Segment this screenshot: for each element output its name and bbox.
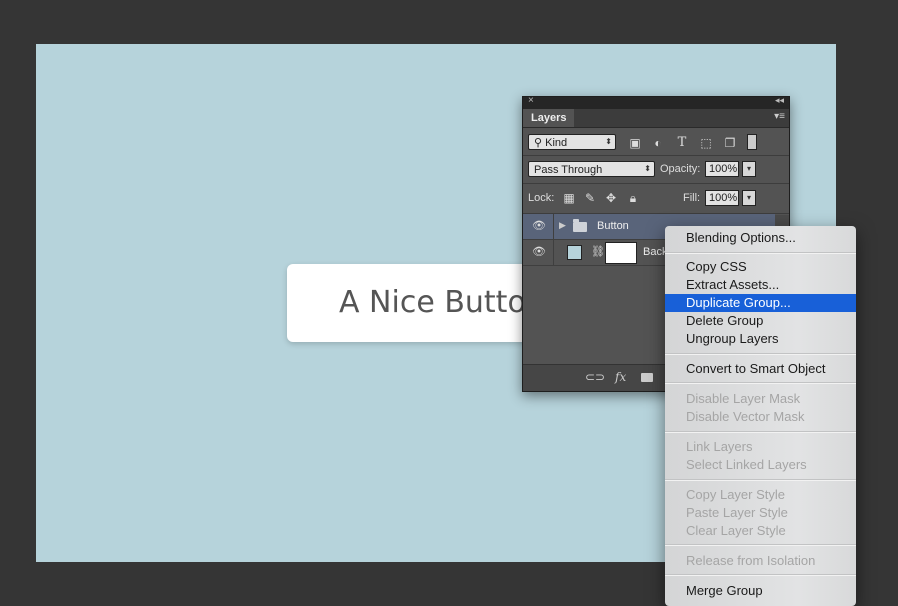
blend-mode-value: Pass Through <box>534 164 603 176</box>
lock-label: Lock: <box>528 192 555 204</box>
shape-filter-icon[interactable]: ⬚ <box>698 135 714 151</box>
smart-object-filter-icon[interactable]: ❐ <box>722 135 738 151</box>
select-arrows-icon: ⬍ <box>644 164 651 173</box>
image-filter-icon[interactable]: ▣ <box>627 135 643 151</box>
collapse-icon[interactable]: ◂◂ <box>775 97 784 106</box>
menu-item-select-linked-layers: Select Linked Layers <box>686 457 807 472</box>
layer-name: Button <box>597 220 629 232</box>
menu-separator <box>665 431 856 433</box>
opacity-input[interactable]: 100% <box>705 161 739 177</box>
lock-transparent-icon[interactable]: ▦ <box>561 190 577 206</box>
fx-icon[interactable]: fx <box>615 370 626 384</box>
menu-item-copy-css[interactable]: Copy CSS <box>665 258 856 276</box>
link-chain-icon[interactable]: ⛓ <box>591 245 605 258</box>
menu-item-release-from-isolation: Release from Isolation <box>686 553 816 568</box>
menu-item-convert-smart-object[interactable]: Convert to Smart Object <box>665 360 856 378</box>
blend-row: Pass Through ⬍ Opacity: 100% ▾ <box>523 156 789 184</box>
fill-input[interactable]: 100% <box>705 190 739 206</box>
filter-row: ⚲ Kind ⬍ ▣ ◐ T ⬚ ❐ <box>523 128 789 156</box>
select-arrows-icon: ⬍ <box>605 137 612 146</box>
mask-thumbnail <box>605 242 637 264</box>
close-icon[interactable]: × <box>528 97 534 106</box>
blend-mode-select[interactable]: Pass Through ⬍ <box>528 161 655 177</box>
menu-separator <box>665 382 856 384</box>
panel-tab-strip: Layers ▾≡ <box>523 109 789 128</box>
lock-image-icon[interactable]: ✎ <box>582 190 598 206</box>
menu-item-delete-group[interactable]: Delete Group <box>665 312 856 330</box>
eye-icon[interactable]: 👁︎ <box>532 221 546 232</box>
menu-separator <box>665 479 856 481</box>
type-filter-icon[interactable]: T <box>674 135 690 151</box>
adjustment-filter-icon[interactable]: ◐ <box>650 135 666 151</box>
menu-item-duplicate-group[interactable]: Duplicate Group... <box>665 294 856 312</box>
menu-separator <box>665 574 856 576</box>
menu-separator <box>665 353 856 355</box>
menu-item-blending-options[interactable]: Blending Options... <box>665 229 856 247</box>
panel-title-bar: × ◂◂ <box>523 97 789 109</box>
menu-item-extract-assets[interactable]: Extract Assets... <box>665 276 856 294</box>
context-menu: Blending Options... Copy CSS Extract Ass… <box>665 226 856 606</box>
fill-dropdown[interactable]: ▾ <box>742 190 756 206</box>
tab-layers[interactable]: Layers <box>523 109 575 127</box>
layer-thumbnail <box>567 245 582 260</box>
menu-item-merge-group[interactable]: Merge Group <box>665 582 856 600</box>
lock-position-icon[interactable]: ✥ <box>603 190 619 206</box>
menu-separator <box>665 252 856 254</box>
expand-triangle-icon[interactable]: ▶ <box>559 220 566 231</box>
eye-icon[interactable]: 👁︎ <box>532 247 546 258</box>
nice-button-text: A Nice Button <box>339 285 545 320</box>
add-mask-icon[interactable] <box>641 373 653 382</box>
filter-kind-select[interactable]: ⚲ Kind ⬍ <box>528 134 616 150</box>
menu-item-ungroup-layers[interactable]: Ungroup Layers <box>665 330 856 348</box>
opacity-label: Opacity: <box>660 163 701 175</box>
filter-kind-value: Kind <box>545 137 568 149</box>
menu-item-disable-layer-mask: Disable Layer Mask <box>686 391 801 406</box>
menu-item-link-layers: Link Layers <box>686 439 753 454</box>
menu-item-disable-vector-mask: Disable Vector Mask <box>686 409 805 424</box>
nice-button-shape: A Nice Button <box>287 264 545 342</box>
link-layers-icon[interactable]: ⊂⊃ <box>585 370 605 384</box>
filter-toggle-icon[interactable] <box>747 134 757 150</box>
lock-all-icon[interactable]: 🔒︎ <box>625 190 641 206</box>
menu-item-copy-layer-style: Copy Layer Style <box>686 487 785 502</box>
fill-label: Fill: <box>683 192 701 204</box>
panel-menu-icon[interactable]: ▾≡ <box>774 111 785 122</box>
search-icon: ⚲ <box>534 137 543 149</box>
folder-icon <box>573 219 587 232</box>
menu-item-paste-layer-style: Paste Layer Style <box>686 505 788 520</box>
lock-row: Lock: ▦ ✎ ✥ 🔒︎ Fill: 100% ▾ <box>523 184 789 214</box>
menu-separator <box>665 544 856 546</box>
menu-item-clear-layer-style: Clear Layer Style <box>686 523 786 538</box>
opacity-dropdown[interactable]: ▾ <box>742 161 756 177</box>
